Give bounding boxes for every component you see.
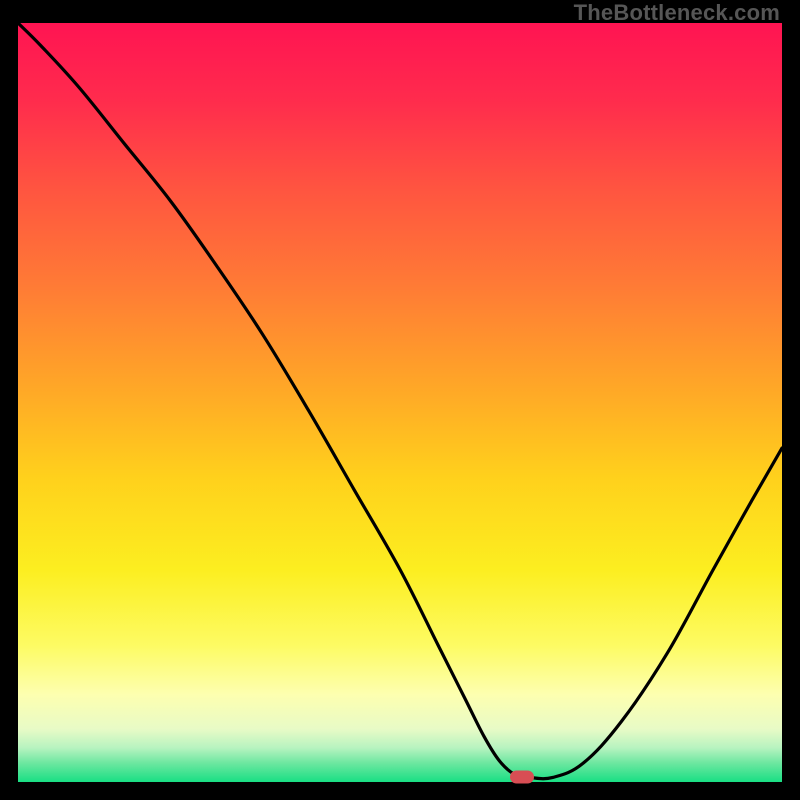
chart-frame: TheBottleneck.com [0,0,800,800]
optimal-point-marker [510,771,534,784]
watermark-text: TheBottleneck.com [574,0,780,26]
chart-background [18,23,782,782]
bottleneck-chart [18,23,782,782]
